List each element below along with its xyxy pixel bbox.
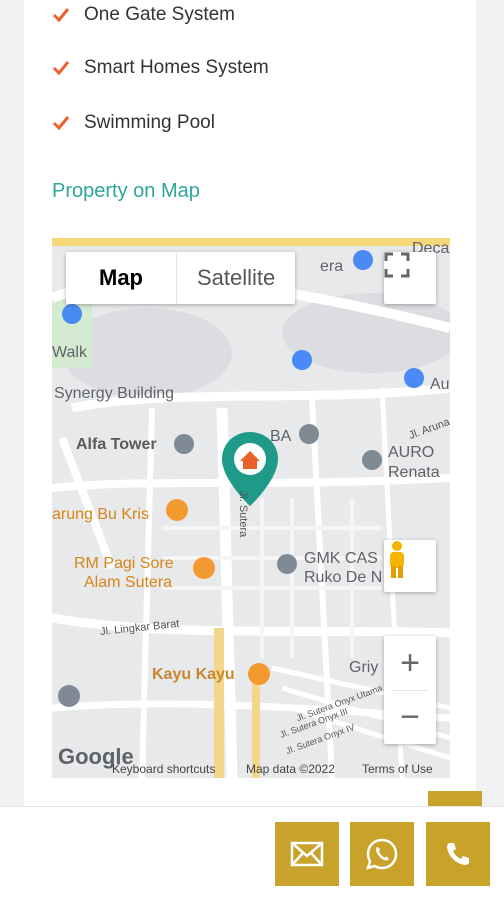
map-type-control: Map Satellite: [66, 252, 296, 304]
feature-item: Smart Homes System: [52, 53, 269, 83]
place-pin-icon: [362, 450, 382, 470]
restaurant-pin-icon: [166, 499, 188, 521]
zoom-out-button[interactable]: −: [384, 690, 436, 744]
zoom-control: + −: [384, 636, 436, 744]
keyboard-shortcuts-link[interactable]: Keyboard shortcuts: [112, 762, 215, 776]
map-label: arung Bu Kris: [52, 506, 149, 523]
pegman-icon: [390, 541, 404, 578]
feature-label: One Gate System: [84, 4, 236, 25]
section-title: Property on Map: [52, 180, 200, 202]
place-pin-icon: [299, 424, 319, 444]
feature-label: Smart Homes System: [84, 57, 269, 78]
map-label: AURO: [388, 444, 435, 461]
map-label: Ruko De N: [304, 569, 383, 586]
map-label: Alam Sutera: [84, 574, 173, 591]
map-label: Kayu Kayu: [152, 666, 235, 683]
map-label: Jl. Sutera: [237, 490, 250, 538]
feature-item: Swimming Pool: [52, 108, 215, 138]
map-label: RM Pagi Sore: [74, 555, 174, 572]
map-label: Renata: [388, 464, 440, 481]
fullscreen-icon: [384, 252, 410, 278]
check-icon: [52, 116, 70, 131]
terms-link[interactable]: Terms of Use: [362, 762, 433, 776]
place-pin-icon: [174, 434, 194, 454]
place-pin-icon: [58, 685, 80, 707]
whatsapp-icon: [366, 838, 398, 870]
envelope-icon: [290, 841, 324, 867]
property-map[interactable]: Walk Synergy Building Alfa Tower BA AURO…: [52, 238, 450, 778]
feature-item: One Gate System: [52, 0, 235, 30]
street-view-button[interactable]: [384, 540, 436, 592]
call-button[interactable]: [426, 822, 490, 886]
email-button[interactable]: [275, 822, 339, 886]
map-label: era: [320, 258, 344, 275]
zoom-in-button[interactable]: +: [384, 636, 436, 690]
map-type-map-button[interactable]: Map: [66, 252, 177, 304]
map-label: Griy: [349, 659, 379, 676]
map-label: Synergy Building: [54, 385, 175, 402]
feature-label: Swimming Pool: [84, 112, 215, 133]
place-pin-icon: [277, 554, 297, 574]
restaurant-pin-icon: [248, 663, 270, 685]
zoom-divider: [392, 690, 428, 691]
check-icon: [52, 61, 70, 76]
map-label: Au: [430, 376, 450, 393]
map-label: BA: [270, 428, 292, 445]
map-label: GMK CAS: [304, 550, 378, 567]
map-data-text: Map data ©2022: [246, 762, 335, 776]
whatsapp-button[interactable]: [350, 822, 414, 886]
map-label: Walk: [52, 344, 87, 361]
check-icon: [52, 8, 70, 23]
map-label: Alfa Tower: [76, 436, 157, 453]
shopping-pin-icon: [62, 304, 82, 324]
phone-icon: [447, 843, 469, 865]
map-type-satellite-button[interactable]: Satellite: [177, 252, 295, 304]
shopping-pin-icon: [404, 368, 424, 388]
fullscreen-button[interactable]: [384, 252, 436, 304]
shopping-pin-icon: [353, 250, 373, 270]
shopping-pin-icon: [292, 350, 312, 370]
restaurant-pin-icon: [193, 557, 215, 579]
